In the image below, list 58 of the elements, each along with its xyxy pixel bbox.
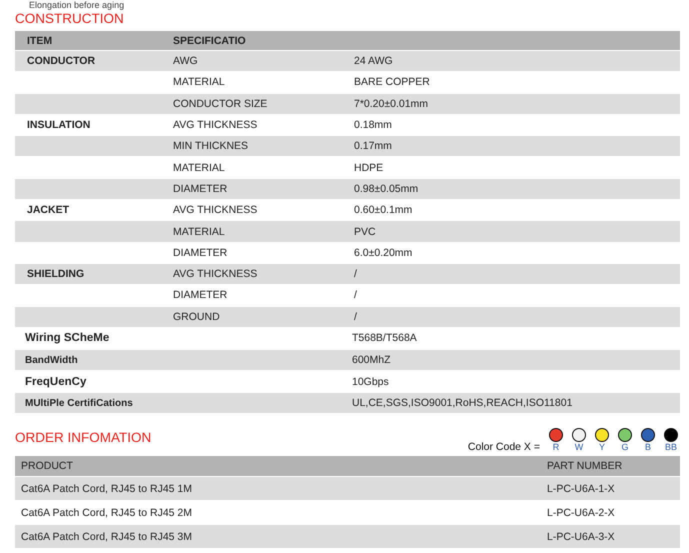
table-cell: 0.60±0.1mm — [354, 204, 412, 216]
table-cell: DIAMETER — [173, 182, 228, 195]
table-cell-text: FreqUenCy — [24, 376, 88, 388]
table-cell-text: MUltiPle CertifiCations — [24, 398, 134, 409]
table-cell: AVG THICKNESS — [173, 268, 258, 280]
color-code: G — [621, 442, 628, 454]
table-cell: BARE COPPER — [354, 76, 430, 88]
table-cell: Cat6A Patch Cord, RJ45 to RJ45 2M — [21, 506, 192, 519]
table-cell: L-PC-U6A-3-X — [547, 530, 615, 543]
legend-label: Color Code X = — [468, 441, 540, 454]
color-code: W — [574, 442, 584, 454]
table-cell: 0.98±0.05mm — [354, 182, 418, 195]
table-cell: MATERIAL — [173, 226, 225, 238]
column-header: PRODUCT — [20, 460, 74, 472]
column-header: ITEM — [26, 34, 54, 46]
table-cell: Cat6A Patch Cord, RJ45 to RJ45 3M — [21, 530, 192, 543]
table-cell: SHIELDING — [27, 268, 84, 280]
table-cell: HDPE — [354, 162, 384, 174]
table-cell: CONDUCTOR — [27, 55, 96, 68]
table-cell: L-PC-U6A-2-X — [547, 506, 615, 519]
table-cell: JACKET — [27, 204, 70, 216]
table-cell: INSULATION — [27, 119, 90, 132]
section-title: ORDER INFOMATION — [15, 430, 152, 448]
table-cell: GROUND — [173, 310, 220, 323]
table-cell: AWG — [173, 55, 198, 68]
table-cell: MATERIAL — [173, 76, 225, 88]
table-cell-text: BandWidth — [24, 354, 79, 366]
table-cell: / — [354, 310, 357, 323]
note-text: Elongation before aging — [28, 0, 126, 11]
table-cell: 6.0±0.20mm — [354, 246, 412, 259]
color-code: R — [552, 442, 560, 454]
color-code: Y — [598, 442, 605, 454]
table-cell: 7*0.20±0.01mm — [354, 98, 428, 110]
table-cell: Cat6A Patch Cord, RJ45 to RJ45 1M — [21, 482, 192, 495]
table-cell: MIN THICKNES — [173, 140, 248, 152]
table-cell: 10Gbps — [352, 376, 389, 388]
column-header: SPECIFICATIO — [173, 34, 247, 46]
table-cell: 0.17mm — [354, 140, 392, 152]
table-cell: L-PC-U6A-1-X — [547, 482, 615, 495]
color-code: BB — [664, 442, 677, 454]
table-cell: UL,CE,SGS,ISO9001,RoHS,REACH,ISO11801 — [352, 397, 572, 410]
color-code: B — [644, 442, 651, 454]
table-cell-text: Wiring SCheMe — [24, 332, 110, 344]
table-cell: 600MhZ — [352, 354, 391, 366]
section-title: CONSTRUCTION — [15, 11, 125, 28]
table-cell: 24 AWG — [354, 55, 393, 68]
table-cell: MATERIAL — [173, 162, 225, 174]
table-cell: AVG THICKNESS — [173, 119, 258, 132]
table-cell: / — [354, 268, 357, 280]
table-cell: DIAMETER — [173, 246, 228, 259]
table-cell: 0.18mm — [354, 119, 392, 132]
table-cell: / — [354, 289, 357, 302]
table-cell: CONDUCTOR SIZE — [173, 98, 268, 110]
table-cell: T568B/T568A — [352, 332, 417, 344]
table-cell: AVG THICKNESS — [173, 204, 258, 216]
table-cell: PVC — [354, 226, 376, 238]
table-cell: DIAMETER — [173, 289, 228, 302]
column-header: PART NUMBER — [547, 460, 624, 472]
